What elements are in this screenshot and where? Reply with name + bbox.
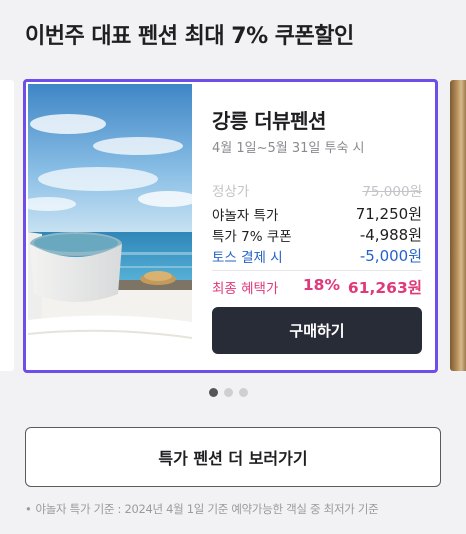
coupon-row: 특가 7% 쿠폰 -4,988원: [212, 225, 422, 245]
regular-price-row: 정상가 75,000원: [212, 180, 422, 200]
carousel-next-card-peek[interactable]: [450, 80, 466, 371]
final-price-label: 최종 혜택가: [212, 281, 279, 297]
footnote: • 야놀자 특가 기준 : 2024년 4월 1일 기준 예약가능한 객실 중 최…: [25, 501, 379, 517]
sale-price-label: 야놀자 특가: [212, 208, 279, 224]
price-divider: [212, 270, 422, 271]
toss-payment-row: 토스 결제 시 -5,000원: [212, 246, 422, 266]
buy-button[interactable]: 구매하기: [212, 307, 422, 354]
pagination-dot[interactable]: [224, 388, 233, 397]
footnote-bullet: •: [25, 502, 32, 516]
pagination-dot[interactable]: [209, 388, 218, 397]
pension-photo-image: [28, 84, 192, 370]
coupon-label: 특가 7% 쿠폰: [212, 229, 292, 245]
final-price-value: 61,263원: [347, 279, 422, 297]
regular-price-label: 정상가: [212, 184, 250, 200]
sale-price-row: 야놀자 특가 71,250원: [212, 204, 422, 224]
pagination-dot[interactable]: [239, 388, 248, 397]
pension-card[interactable]: 강릉 더뷰펜션 4월 1일~5월 31일 투숙 시 정상가 75,000원 야놀…: [23, 79, 438, 373]
footnote-text: 야놀자 특가 기준 : 2024년 4월 1일 기준 예약가능한 객실 중 최저…: [35, 502, 379, 516]
final-discount-percent: 18%: [302, 276, 340, 294]
regular-price-value: 75,000원: [362, 184, 422, 200]
stay-period: 4월 1일~5월 31일 투숙 시: [212, 141, 365, 156]
carousel-prev-card-peek[interactable]: [0, 80, 14, 371]
pension-info: 강릉 더뷰펜션 4월 1일~5월 31일 투숙 시 정상가 75,000원 야놀…: [212, 82, 426, 370]
carousel-pagination: [209, 388, 248, 397]
sale-price-value: 71,250원: [355, 205, 422, 223]
pension-name: 강릉 더뷰펜션: [212, 109, 326, 133]
coupon-discount-value: -4,988원: [359, 226, 422, 244]
toss-discount-value: -5,000원: [359, 247, 422, 265]
pension-photo: [28, 84, 192, 370]
more-pensions-button[interactable]: 특가 펜션 더 보러가기: [25, 427, 441, 487]
toss-payment-label: 토스 결제 시: [212, 250, 283, 266]
section-title: 이번주 대표 펜션 최대 7% 쿠폰할인: [25, 24, 354, 49]
page: 이번주 대표 펜션 최대 7% 쿠폰할인 강릉 더뷰펜션 4월 1일~5월 31…: [0, 0, 466, 534]
final-price-row: 최종 혜택가 18% 61,263원: [212, 276, 422, 297]
